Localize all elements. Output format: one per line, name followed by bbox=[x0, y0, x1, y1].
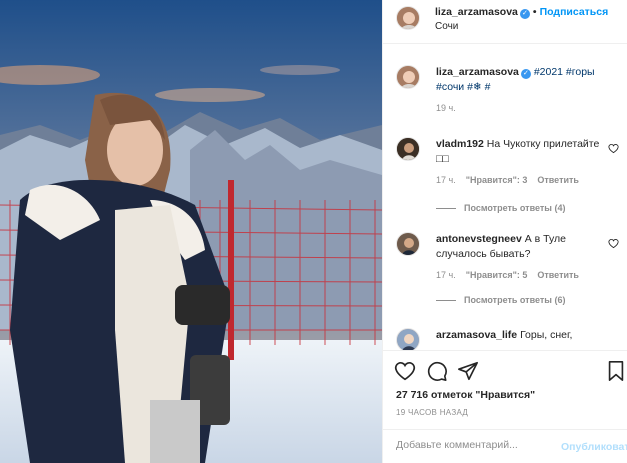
caption-username[interactable]: liza_arzamasova bbox=[436, 66, 519, 78]
comment-username[interactable]: arzamasova_life bbox=[436, 329, 517, 341]
photo-illustration bbox=[0, 0, 382, 463]
comment-reply-button[interactable]: Ответить bbox=[537, 175, 579, 185]
view-replies-button[interactable]: Посмотреть ответы (6) bbox=[436, 295, 565, 305]
comment-emoji-box: □□ bbox=[436, 153, 449, 165]
caption-avatar[interactable] bbox=[396, 65, 420, 89]
comment-time[interactable]: 17 ч. bbox=[436, 175, 456, 185]
comment-item: vladm192 На Чукотку прилетайте □□ 17 ч. "… bbox=[396, 137, 621, 217]
comment-likes[interactable]: "Нравится": 3 bbox=[466, 175, 528, 185]
comment-composer: Опубликовать bbox=[383, 429, 627, 463]
comment-time[interactable]: 17 ч. bbox=[436, 270, 456, 280]
comment-text-block: antonevstegneev А в Туле случалось быват… bbox=[436, 232, 604, 262]
comment-reply-button[interactable]: Ответить bbox=[537, 270, 579, 280]
comment-item: antonevstegneev А в Туле случалось быват… bbox=[396, 232, 621, 312]
caption-meta: 19 ч. bbox=[436, 103, 466, 113]
view-replies-button[interactable]: Посмотреть ответы (4) bbox=[436, 203, 565, 213]
share-icon[interactable] bbox=[457, 360, 479, 382]
caption-text-block: liza_arzamasova ✓ #2021 #горы #сочи #❄ # bbox=[436, 65, 604, 95]
comment-like-heart-icon[interactable] bbox=[608, 143, 619, 154]
replies-line bbox=[436, 300, 456, 302]
comments-list[interactable]: liza_arzamasova ✓ #2021 #горы #сочи #❄ # … bbox=[383, 45, 627, 350]
comment-username[interactable]: antonevstegneev bbox=[436, 233, 522, 245]
commenter-avatar[interactable] bbox=[396, 137, 420, 161]
author-username-row: liza_arzamasova ✓ • Подписаться bbox=[435, 6, 608, 19]
author-avatar[interactable] bbox=[396, 6, 420, 30]
comment-meta: 17 ч. "Нравится": 3 Ответить bbox=[436, 175, 589, 185]
caption-time[interactable]: 19 ч. bbox=[436, 103, 456, 113]
post-time-ago[interactable]: 19 ЧАСОВ НАЗАД bbox=[396, 408, 468, 417]
caption-row: liza_arzamasova ✓ #2021 #горы #сочи #❄ # … bbox=[396, 65, 621, 125]
comment-meta: 17 ч. "Нравится": 5 Ответить bbox=[436, 270, 589, 280]
view-replies-label: Посмотреть ответы (4) bbox=[464, 203, 566, 213]
comment-text: На Чукотку прилетайте bbox=[486, 138, 600, 150]
author-username[interactable]: liza_arzamasova bbox=[435, 6, 518, 18]
verified-badge-icon: ✓ bbox=[520, 69, 531, 79]
bookmark-icon[interactable] bbox=[605, 360, 627, 382]
comment-username[interactable]: vladm192 bbox=[436, 138, 484, 150]
comment-item: arzamasova_life Горы, снег, bbox=[396, 328, 621, 350]
separator-dot: • bbox=[532, 6, 537, 18]
heart-icon[interactable] bbox=[394, 360, 416, 382]
commenter-avatar[interactable] bbox=[396, 328, 420, 350]
comment-text-block: arzamasova_life Горы, снег, bbox=[436, 328, 604, 343]
follow-button[interactable]: Подписаться bbox=[540, 6, 609, 18]
comment-text: Горы, снег, bbox=[520, 329, 573, 341]
post-actions: 27 716 отметок "Нравится" 19 ЧАСОВ НАЗАД bbox=[383, 350, 627, 430]
comment-likes[interactable]: "Нравится": 5 bbox=[466, 270, 528, 280]
comment-text-block: vladm192 На Чукотку прилетайте □□ bbox=[436, 137, 604, 167]
post-photo[interactable] bbox=[0, 0, 382, 463]
verified-badge-icon: ✓ bbox=[519, 9, 530, 19]
post-side-panel: liza_arzamasova ✓ • Подписаться Сочи liza_a… bbox=[382, 0, 627, 463]
view-replies-label: Посмотреть ответы (6) bbox=[464, 295, 566, 305]
comment-icon[interactable] bbox=[426, 360, 448, 382]
publish-button[interactable]: Опубликовать bbox=[561, 441, 627, 453]
likes-count[interactable]: 27 716 отметок "Нравится" bbox=[396, 389, 535, 401]
comment-input[interactable] bbox=[396, 439, 556, 451]
post-header: liza_arzamasova ✓ • Подписаться Сочи bbox=[383, 0, 627, 44]
comment-like-heart-icon[interactable] bbox=[608, 238, 619, 249]
commenter-avatar[interactable] bbox=[396, 232, 420, 256]
replies-line bbox=[436, 208, 456, 210]
post-location[interactable]: Сочи bbox=[435, 21, 458, 32]
